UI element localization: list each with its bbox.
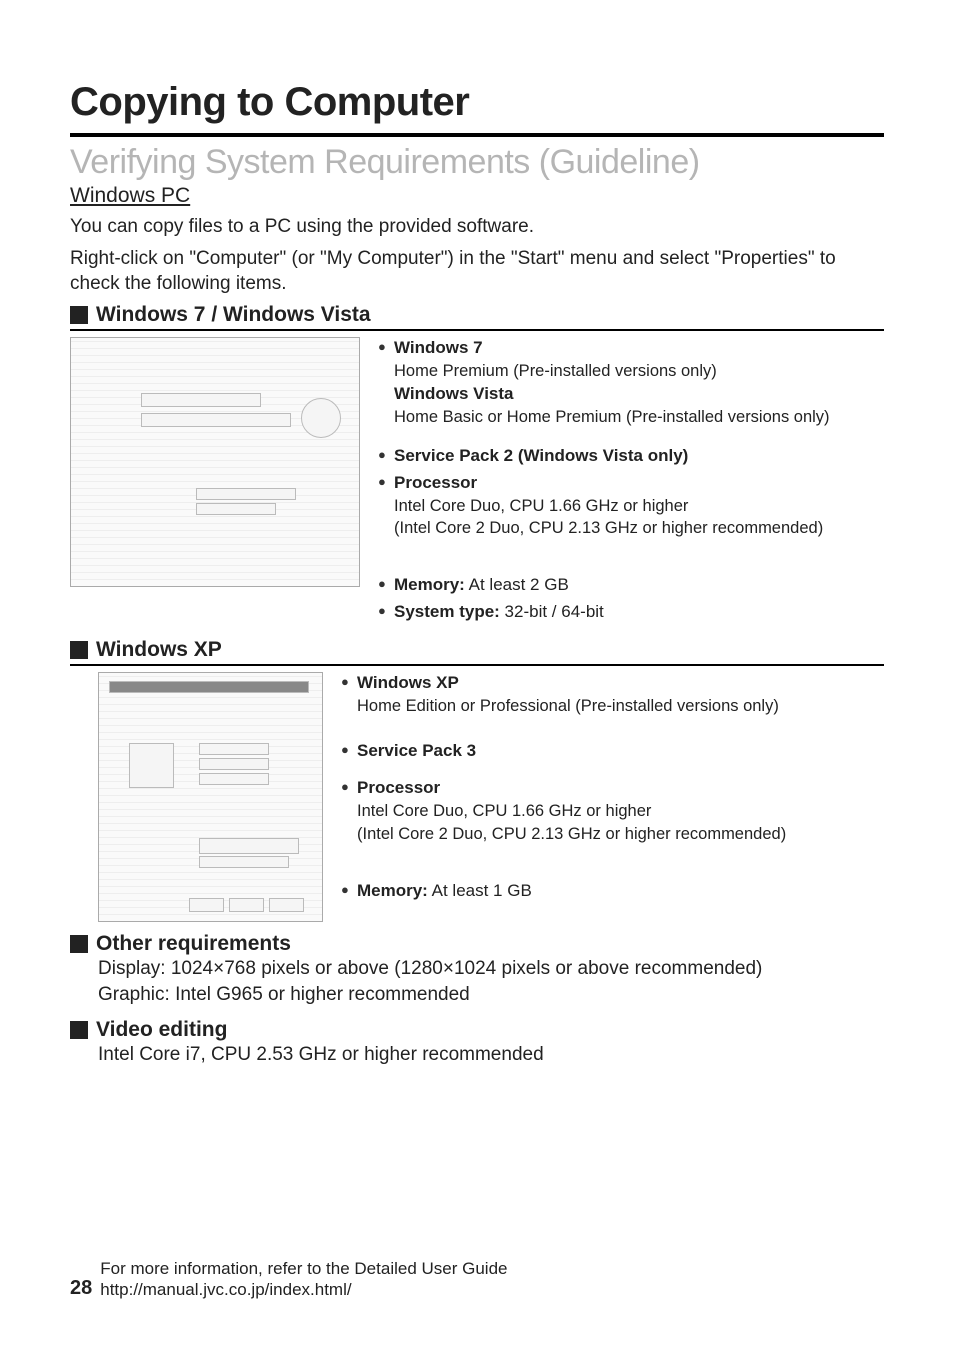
page-number: 28 — [70, 1277, 92, 1300]
section-xp-title: Windows XP — [96, 638, 222, 662]
win7-vista-block: Windows 7 Home Premium (Pre-installed ve… — [70, 337, 884, 628]
callout-vista-label: Windows Vista — [394, 384, 514, 403]
footer-line-1: For more information, refer to the Detai… — [100, 1259, 507, 1278]
callout-xp: Windows XP Home Edition or Professional … — [341, 672, 884, 718]
intro-line-2: Right-click on "Computer" (or "My Comput… — [70, 246, 884, 297]
callout-sp3: Service Pack 3 — [341, 740, 884, 763]
section-xp-head: Windows XP — [70, 638, 884, 662]
footer-line-2: http://manual.jvc.co.jp/index.html/ — [100, 1280, 351, 1299]
callout-xp-desc: Home Edition or Professional (Pre-instal… — [357, 697, 779, 715]
section-rule — [70, 664, 884, 666]
callout-win7-label: Windows 7 — [394, 338, 483, 357]
other-line-1: Display: 1024×768 pixels or above (1280×… — [98, 956, 884, 982]
callout-sp2: Service Pack 2 (Windows Vista only) — [378, 445, 884, 468]
callout-processor-label: Processor — [394, 473, 477, 492]
win7-vista-callouts: Windows 7 Home Premium (Pre-installed ve… — [378, 337, 884, 628]
callout-processor-l2: (Intel Core 2 Duo, CPU 2.13 GHz or highe… — [394, 519, 823, 537]
callout-memory-xp: Memory: At least 1 GB — [341, 880, 884, 903]
square-bullet-icon — [70, 641, 88, 659]
xp-callouts: Windows XP Home Edition or Professional … — [341, 672, 884, 907]
callout-processor-xp: Processor Intel Core Duo, CPU 1.66 GHz o… — [341, 777, 884, 846]
section-other-head: Other requirements — [70, 932, 884, 956]
callout-processor-xp-l2: (Intel Core 2 Duo, CPU 2.13 GHz or highe… — [357, 825, 786, 843]
callout-win7: Windows 7 Home Premium (Pre-installed ve… — [378, 337, 884, 429]
title-rule — [70, 133, 884, 137]
callout-processor: Processor Intel Core Duo, CPU 1.66 GHz o… — [378, 472, 884, 541]
callout-memory-7-val: At least 2 GB — [465, 575, 569, 594]
video-line-1: Intel Core i7, CPU 2.53 GHz or higher re… — [98, 1042, 884, 1068]
callout-win7-desc: Home Premium (Pre-installed versions onl… — [394, 362, 717, 380]
platform-heading: Windows PC — [70, 184, 884, 208]
callout-systype-label: System type: — [394, 602, 500, 621]
section-rule — [70, 329, 884, 331]
callout-sp3-text: Service Pack 3 — [357, 741, 476, 760]
screenshot-win7-vista — [70, 337, 360, 587]
other-line-2: Graphic: Intel G965 or higher recommende… — [98, 982, 884, 1008]
page-title: Copying to Computer — [70, 80, 884, 125]
callout-xp-label: Windows XP — [357, 673, 459, 692]
section-win7-vista-head: Windows 7 / Windows Vista — [70, 303, 884, 327]
callout-vista-desc: Home Basic or Home Premium (Pre-installe… — [394, 408, 830, 426]
square-bullet-icon — [70, 1021, 88, 1039]
xp-block: Windows XP Home Edition or Professional … — [70, 672, 884, 922]
callout-sp2-text: Service Pack 2 (Windows Vista only) — [394, 446, 688, 465]
callout-processor-xp-l1: Intel Core Duo, CPU 1.66 GHz or higher — [357, 802, 651, 820]
square-bullet-icon — [70, 306, 88, 324]
callout-systype: System type: 32-bit / 64-bit — [378, 601, 884, 624]
callout-systype-val: 32-bit / 64-bit — [500, 602, 604, 621]
callout-memory-7-label: Memory: — [394, 575, 465, 594]
section-video-head: Video editing — [70, 1018, 884, 1042]
intro-line-1: You can copy files to a PC using the pro… — [70, 214, 884, 240]
video-body: Intel Core i7, CPU 2.53 GHz or higher re… — [70, 1042, 884, 1068]
page-subtitle: Verifying System Requirements (Guideline… — [70, 143, 884, 182]
section-other-title: Other requirements — [96, 932, 291, 956]
callout-memory-xp-label: Memory: — [357, 881, 428, 900]
other-body: Display: 1024×768 pixels or above (1280×… — [70, 956, 884, 1007]
callout-memory-xp-val: At least 1 GB — [428, 881, 532, 900]
callout-processor-xp-label: Processor — [357, 778, 440, 797]
square-bullet-icon — [70, 935, 88, 953]
callout-processor-l1: Intel Core Duo, CPU 1.66 GHz or higher — [394, 497, 688, 515]
section-win7-vista-title: Windows 7 / Windows Vista — [96, 303, 371, 327]
callout-memory-7: Memory: At least 2 GB — [378, 574, 884, 597]
page-footer: 28 For more information, refer to the De… — [70, 1259, 507, 1300]
section-video-title: Video editing — [96, 1018, 227, 1042]
screenshot-xp — [98, 672, 323, 922]
